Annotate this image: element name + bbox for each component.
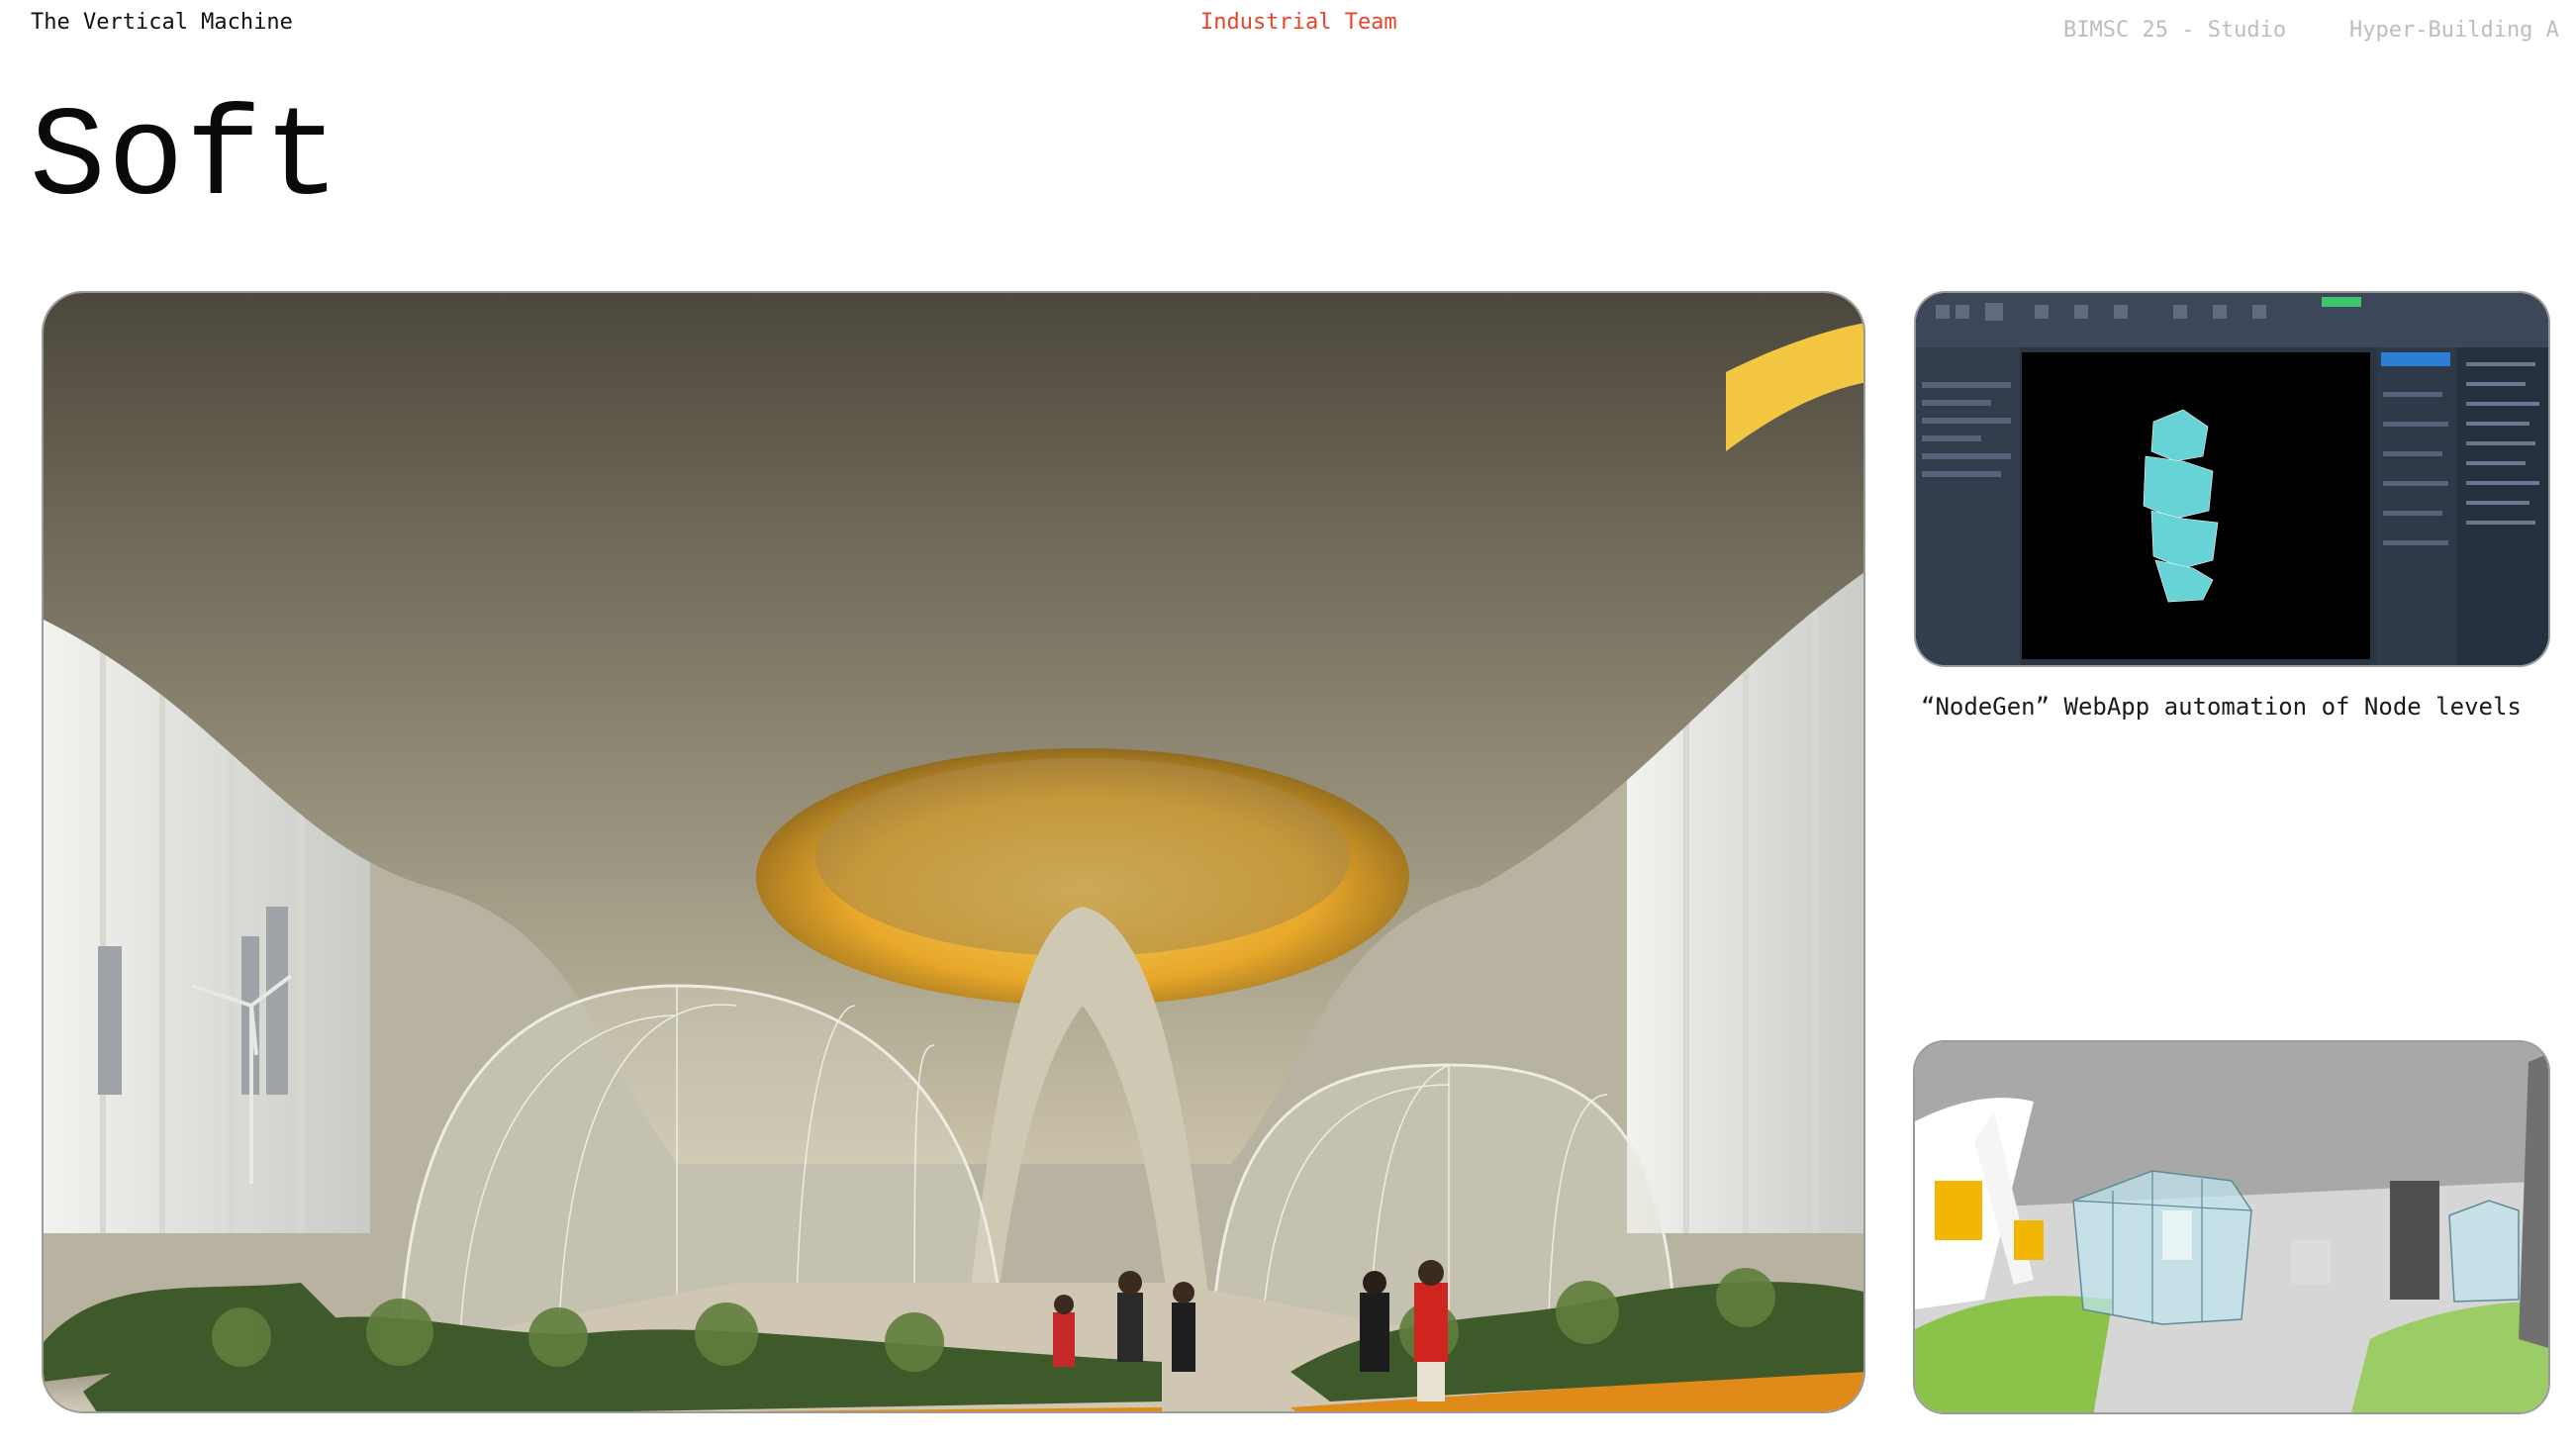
project-title: The Vertical Machine [31, 10, 293, 35]
greenhouse-3d-render [1913, 1040, 2550, 1414]
atrium-render-image [42, 291, 1865, 1413]
nodegen-cad-screenshot [1914, 291, 2550, 667]
team-label: Industrial Team [1200, 10, 1397, 35]
section-label: Hyper-Building A [2349, 18, 2559, 43]
course-label: BIMSC 25 - Studio [2063, 18, 2287, 43]
page-title: Soft [30, 88, 342, 232]
cad-caption: “NodeGen” WebApp automation of Node leve… [1921, 693, 2522, 721]
